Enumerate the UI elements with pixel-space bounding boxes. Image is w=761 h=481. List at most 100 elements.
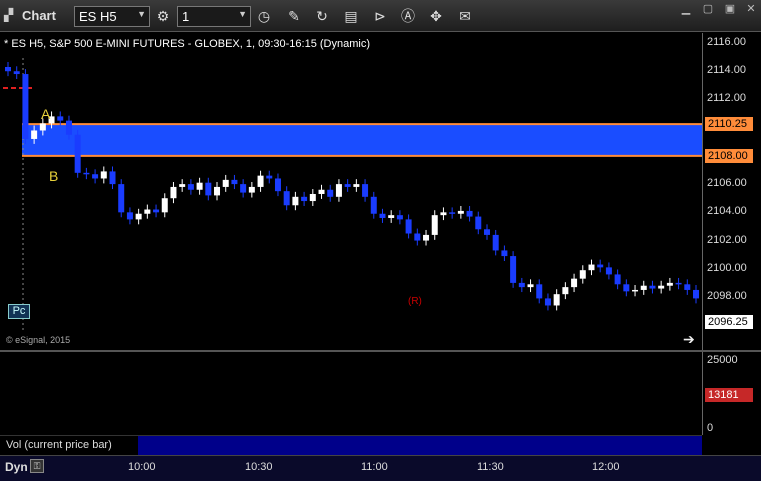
lock-icon[interactable]: ⚿ xyxy=(30,459,44,473)
candle-body xyxy=(666,282,673,286)
dyn-label: Dyn xyxy=(5,460,28,474)
price-axis-tick: 2104.00 xyxy=(707,205,747,218)
scroll-end-icon[interactable]: ➔ xyxy=(683,331,695,348)
candle-body xyxy=(536,284,543,299)
candle-body xyxy=(135,213,142,220)
candle-body xyxy=(571,278,578,288)
candle-body xyxy=(693,289,699,299)
candle-body xyxy=(205,182,212,196)
time-axis-tick: 12:00 xyxy=(592,461,620,473)
volume-study-bar xyxy=(138,436,702,455)
candle-body xyxy=(396,215,403,220)
candle-body xyxy=(179,184,186,187)
candle-body xyxy=(214,186,221,196)
candle-body xyxy=(100,171,107,179)
candle-body xyxy=(344,184,351,187)
volume-axis-tick: 0 xyxy=(707,422,714,434)
candle-body xyxy=(153,209,160,213)
candle-body xyxy=(266,175,273,179)
candle-body xyxy=(5,66,11,72)
volume-panel[interactable] xyxy=(0,352,702,435)
candle-body xyxy=(492,234,499,251)
candle-body xyxy=(257,175,264,187)
price-axis-tick: 2112.00 xyxy=(707,92,746,105)
chart-header: * ES H5, S&P 500 E-MINI FUTURES - GLOBEX… xyxy=(4,38,370,50)
candle-body xyxy=(449,212,456,214)
candle-body xyxy=(109,171,116,185)
time-axis-tick: 11:30 xyxy=(477,461,504,473)
price-axis-tick: 2114.00 xyxy=(707,64,746,77)
volume-study-name: Vol (current price bar) xyxy=(6,439,112,451)
candle-body xyxy=(353,184,360,187)
candle-body xyxy=(362,184,369,197)
candle-body xyxy=(597,264,604,268)
price-axis-tick: 2098.00 xyxy=(707,290,747,302)
candle-body xyxy=(640,285,647,290)
candle-body xyxy=(605,267,612,275)
candle-body xyxy=(388,215,395,218)
candle-body xyxy=(588,264,595,271)
candle-body xyxy=(161,198,168,213)
candle-body xyxy=(632,289,639,292)
candle-body xyxy=(649,285,656,289)
candle-body xyxy=(57,116,64,121)
price-axis-tick: 2102.00 xyxy=(707,233,747,246)
candle-body xyxy=(414,233,421,241)
candle-body xyxy=(623,284,630,292)
candle-body xyxy=(562,287,569,295)
price-tag-zone-low: 2108.00 xyxy=(705,148,753,163)
candle-body xyxy=(274,178,281,192)
candle-body xyxy=(126,212,133,220)
candle-body xyxy=(544,298,551,306)
candle-body xyxy=(440,212,447,216)
chart-window: ▞ Chart ES H5 ▼ ⚙ 1 ▼ ◷ ✎ ↻ ▤ ⊳ Ⓐ ✥ ✉ ▁ … xyxy=(0,0,761,481)
candle-body xyxy=(13,71,20,75)
candle-body xyxy=(301,196,308,202)
volume-axis-tick: 25000 xyxy=(707,354,738,366)
candle-body xyxy=(92,174,99,179)
candle-body xyxy=(118,184,125,213)
candle-body xyxy=(22,74,29,139)
candle-body xyxy=(423,234,430,241)
candle-body xyxy=(74,134,81,173)
candle-body xyxy=(501,250,508,257)
candle-body xyxy=(431,215,438,235)
copyright: © eSignal, 2015 xyxy=(6,335,71,345)
candle-body xyxy=(196,182,203,190)
candle-body xyxy=(579,270,586,279)
candle-body xyxy=(31,130,38,139)
candle-body xyxy=(222,179,229,187)
annotation-b: B xyxy=(49,168,59,184)
candle-body xyxy=(65,120,72,135)
candle-body xyxy=(309,193,316,202)
annotation-a: A xyxy=(41,106,51,122)
price-axis-tick: 2116.00 xyxy=(707,36,746,48)
candle-body xyxy=(614,274,621,285)
candle-body xyxy=(283,191,290,206)
annotation-r: (R) xyxy=(408,296,422,307)
candle-body xyxy=(187,184,194,190)
candle-body xyxy=(553,294,560,306)
price-axis-tick: 2100.00 xyxy=(707,261,747,274)
price-tag-current: 2096.25 xyxy=(705,314,753,329)
time-axis-tick: 10:00 xyxy=(128,461,156,473)
candle-body xyxy=(318,189,325,194)
candle-body xyxy=(379,213,386,218)
price-axis-tick: 2106.00 xyxy=(707,177,747,190)
time-axis-tick: 11:00 xyxy=(361,461,388,473)
candle-body xyxy=(327,189,334,197)
pc-button[interactable]: Pc xyxy=(8,304,30,319)
volume-tag-current: 13181 xyxy=(705,388,753,402)
candle-body xyxy=(405,219,412,234)
candle-body xyxy=(457,210,464,214)
candle-body xyxy=(510,256,517,283)
candle-body xyxy=(39,123,46,131)
candle-body xyxy=(370,196,377,214)
candle-body xyxy=(658,285,665,289)
candle-body xyxy=(240,184,247,193)
candle-body xyxy=(466,210,473,217)
candle-body xyxy=(335,184,342,197)
candle-body xyxy=(170,186,177,199)
candle-body xyxy=(144,209,151,214)
candle-body xyxy=(292,196,299,206)
